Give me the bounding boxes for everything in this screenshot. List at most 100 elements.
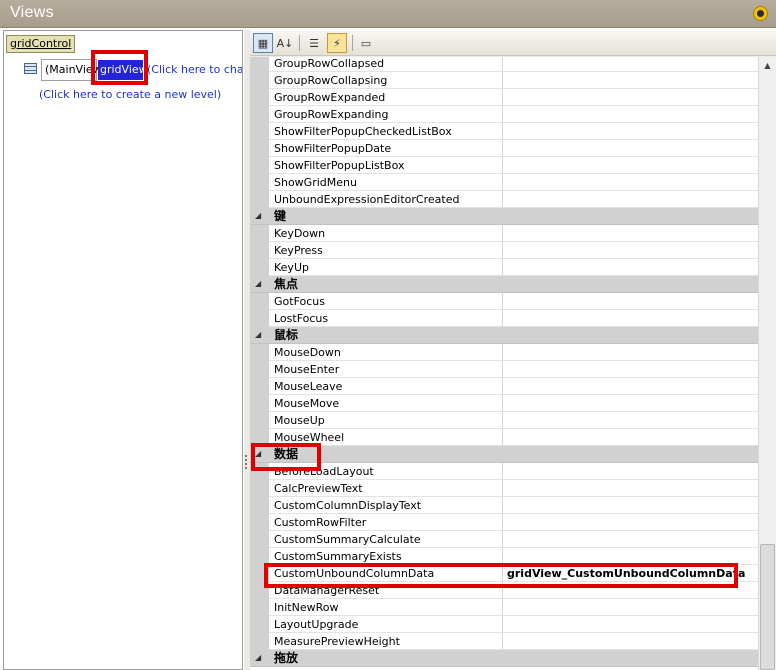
property-value[interactable] [503, 633, 758, 650]
property-value[interactable] [503, 395, 758, 412]
property-row[interactable]: MouseUp [250, 412, 758, 429]
property-row[interactable]: CustomRowFilter [250, 514, 758, 531]
property-value[interactable] [503, 497, 758, 514]
property-row[interactable]: KeyPress [250, 242, 758, 259]
property-row[interactable]: UnboundExpressionEditorCreated [250, 191, 758, 208]
property-value[interactable] [503, 344, 758, 361]
collapse-icon[interactable]: ◢ [255, 279, 261, 288]
property-value[interactable] [503, 72, 758, 89]
property-value[interactable] [503, 106, 758, 123]
property-row[interactable]: LostFocus [250, 310, 758, 327]
property-row[interactable]: MouseMove [250, 395, 758, 412]
property-value[interactable] [503, 225, 758, 242]
collapse-icon[interactable]: ◢ [255, 653, 261, 662]
property-value[interactable]: gridView_CustomUnboundColumnData [503, 565, 758, 582]
grid-control-node[interactable]: gridControl [6, 35, 76, 53]
property-row[interactable]: KeyUp [250, 259, 758, 276]
property-row[interactable]: CustomSummaryCalculate [250, 531, 758, 548]
pin-icon[interactable] [753, 6, 768, 21]
property-row[interactable]: ShowGridMenu [250, 174, 758, 191]
property-row[interactable]: MeasurePreviewHeight [250, 633, 758, 650]
property-row[interactable]: BeforeLoadLayout [250, 463, 758, 480]
property-row[interactable]: GroupRowCollapsing [250, 72, 758, 89]
property-pages-icon[interactable]: ▭ [356, 33, 376, 53]
category-row[interactable]: ◢ 数据 [250, 446, 758, 463]
property-value[interactable] [503, 480, 758, 497]
property-row[interactable]: GroupRowExpanding [250, 106, 758, 123]
property-value[interactable] [503, 157, 758, 174]
property-value[interactable] [503, 616, 758, 633]
property-row[interactable]: MouseWheel [250, 429, 758, 446]
events-icon[interactable]: ⚡ [327, 33, 347, 53]
property-value[interactable] [503, 548, 758, 565]
property-name: ShowFilterPopupListBox [269, 157, 503, 174]
property-row[interactable]: GroupRowCollapsed [250, 57, 758, 72]
category-row[interactable]: ◢ 鼠标 [250, 327, 758, 344]
row-gutter [250, 157, 269, 174]
collapse-icon[interactable]: ◢ [255, 330, 261, 339]
property-row[interactable]: MouseEnter [250, 361, 758, 378]
alphabetical-sort-icon[interactable]: A↓ [275, 33, 295, 53]
row-gutter [250, 633, 269, 650]
property-value[interactable] [503, 429, 758, 446]
scrollbar-thumb[interactable] [760, 544, 775, 670]
property-row[interactable]: MouseLeave [250, 378, 758, 395]
property-row[interactable]: MouseDown [250, 344, 758, 361]
property-row[interactable]: KeyDown [250, 225, 758, 242]
category-row[interactable]: ◢ 焦点 [250, 276, 758, 293]
collapse-icon[interactable]: ◢ [255, 211, 261, 220]
property-row[interactable]: GotFocus [250, 293, 758, 310]
categorized-icon[interactable]: ▦ [253, 33, 273, 53]
property-value[interactable] [503, 191, 758, 208]
property-value[interactable] [503, 310, 758, 327]
selected-grid-view[interactable]: gridView [98, 60, 148, 80]
scroll-up-icon[interactable]: ▲ [759, 57, 776, 74]
main-view-level[interactable]: (MainView) [41, 59, 106, 81]
properties-icon[interactable]: ☰ [304, 33, 324, 53]
property-value[interactable] [503, 259, 758, 276]
property-value[interactable] [503, 140, 758, 157]
category-label: 键 [274, 209, 287, 223]
property-row[interactable]: InitNewRow [250, 599, 758, 616]
property-name: CustomRowFilter [269, 514, 503, 531]
property-value[interactable] [503, 531, 758, 548]
property-row[interactable]: DataManagerReset [250, 582, 758, 599]
toolbar-separator [299, 35, 300, 51]
property-row[interactable]: ShowFilterPopupListBox [250, 157, 758, 174]
vertical-scrollbar[interactable]: ▲ [758, 57, 776, 670]
property-row[interactable]: CustomSummaryExists [250, 548, 758, 565]
property-value[interactable] [503, 599, 758, 616]
property-value[interactable] [503, 57, 758, 72]
property-value[interactable] [503, 514, 758, 531]
property-row[interactable]: CalcPreviewText [250, 480, 758, 497]
property-name: GotFocus [269, 293, 503, 310]
property-value[interactable] [503, 89, 758, 106]
property-value[interactable] [503, 174, 758, 191]
category-label: 拖放 [274, 651, 299, 665]
property-value[interactable] [503, 463, 758, 480]
property-name: CustomColumnDisplayText [269, 497, 503, 514]
property-row[interactable]: LayoutUpgrade [250, 616, 758, 633]
property-value[interactable] [503, 123, 758, 140]
property-value[interactable] [503, 378, 758, 395]
property-name: BeforeLoadLayout [269, 463, 503, 480]
row-gutter [250, 361, 269, 378]
row-gutter [250, 57, 269, 72]
property-value[interactable] [503, 293, 758, 310]
row-gutter [250, 259, 269, 276]
category-row[interactable]: ◢ 拖放 [250, 650, 758, 667]
property-row[interactable]: ShowFilterPopupDate [250, 140, 758, 157]
property-value[interactable] [503, 361, 758, 378]
property-value[interactable] [503, 242, 758, 259]
property-row[interactable]: GroupRowExpanded [250, 89, 758, 106]
property-value[interactable] [503, 582, 758, 599]
change-view-link[interactable]: (Click here to change [147, 63, 242, 76]
property-row[interactable]: ShowFilterPopupCheckedListBox [250, 123, 758, 140]
property-value[interactable] [503, 412, 758, 429]
collapse-icon[interactable]: ◢ [255, 449, 261, 458]
create-level-link[interactable]: (Click here to create a new level) [39, 88, 221, 101]
category-row[interactable]: ◢ 键 [250, 208, 758, 225]
property-row[interactable]: CustomColumnDisplayText [250, 497, 758, 514]
property-row[interactable]: CustomUnboundColumnData gridView_CustomUn… [250, 565, 758, 582]
property-name: MouseEnter [269, 361, 503, 378]
